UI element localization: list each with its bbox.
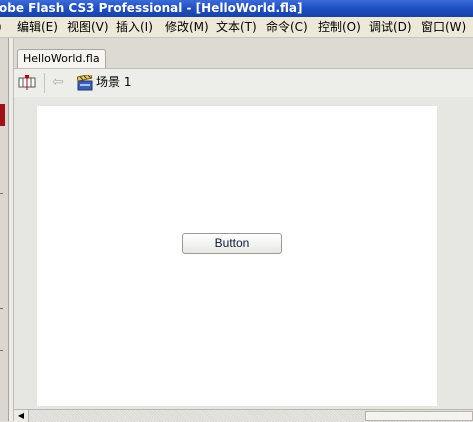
edit-bar-separator xyxy=(44,73,45,93)
menu-insert[interactable]: 插入(I) xyxy=(116,20,153,34)
menu-debug[interactable]: 调试(D) xyxy=(369,20,412,34)
menu-view[interactable]: 视图(V) xyxy=(67,20,109,34)
pasteboard: Button xyxy=(14,97,473,409)
document-tab[interactable]: HelloWorld.fla xyxy=(17,49,106,68)
window-titlebar[interactable]: obe Flash CS3 Professional - [HelloWorld… xyxy=(0,0,473,17)
panel-tick xyxy=(0,350,3,351)
menu-modify[interactable]: 修改(M) xyxy=(165,20,209,34)
edit-bar: ⇦ 场景 1 xyxy=(14,68,473,98)
scroll-left-icon[interactable]: ◀ xyxy=(14,410,29,422)
scroll-thumb[interactable] xyxy=(365,411,473,421)
panel-tick xyxy=(0,308,3,309)
document-tab-label: HelloWorld.fla xyxy=(23,52,100,65)
document-tab-strip: HelloWorld.fla xyxy=(14,38,473,68)
menu-window[interactable]: 窗口(W) xyxy=(421,20,466,34)
menu-command[interactable]: 命令(C) xyxy=(266,20,308,34)
menu-edit[interactable]: 编辑(E) xyxy=(17,20,58,34)
scene-clapper-icon xyxy=(77,75,93,91)
scene-breadcrumb[interactable]: 场景 1 xyxy=(96,75,131,90)
stage-canvas[interactable]: Button xyxy=(37,106,437,406)
button-component[interactable]: Button xyxy=(182,233,282,254)
back-arrow-icon[interactable]: ⇦ xyxy=(52,74,64,90)
menu-control[interactable]: 控制(O) xyxy=(318,20,361,34)
horizontal-scrollbar[interactable]: ◀ xyxy=(14,409,473,422)
menu-bar: ) 编辑(E) 视图(V) 插入(I) 修改(M) 文本(T) 命令(C) 控制… xyxy=(0,17,473,38)
menu-item-file-partial[interactable]: ) xyxy=(0,20,2,34)
tools-panel-accent xyxy=(0,104,5,126)
window-title: obe Flash CS3 Professional - [HelloWorld… xyxy=(0,1,303,15)
menu-text[interactable]: 文本(T) xyxy=(216,20,257,34)
left-tools-panel xyxy=(0,38,9,421)
panel-tick xyxy=(0,193,3,194)
timeline-icon[interactable] xyxy=(18,75,36,91)
